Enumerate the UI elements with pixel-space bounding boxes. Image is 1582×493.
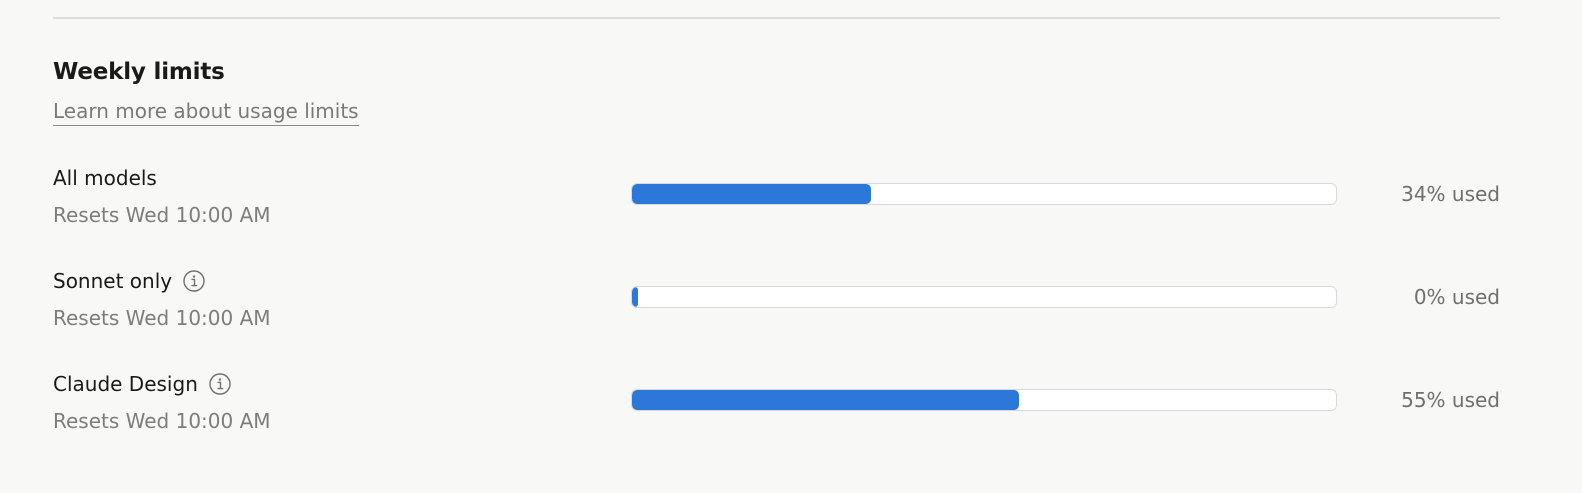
usage-bar-fill [632,390,1020,410]
usage-percent-label: 34% used [1401,182,1500,206]
learn-more-link[interactable]: Learn more about usage limits [53,97,359,126]
usage-bar-track [631,389,1337,411]
limit-name: Sonnet only [53,269,173,293]
limit-reset-text: Resets Wed 10:00 AM [53,409,271,433]
usage-percent-label: 55% used [1401,388,1500,412]
limit-row-sonnet-only: Sonnet only Resets Wed 10:00 AM 0% used [53,266,1500,342]
limit-reset-text: Resets Wed 10:00 AM [53,306,271,330]
limit-name-wrap: All models [53,163,157,193]
limit-row-claude-design: Claude Design Resets Wed 10:00 AM 55% us… [53,369,1500,445]
limit-row-all-models: All models Resets Wed 10:00 AM 34% used [53,163,1500,239]
limit-name-wrap: Claude Design [53,369,231,399]
info-icon[interactable] [183,270,205,292]
section-title: Weekly limits [53,59,225,85]
limit-name-wrap: Sonnet only [53,266,205,296]
limit-name: Claude Design [53,372,198,396]
usage-bar-fill [632,184,872,204]
usage-bar-fill [632,287,638,307]
usage-bar-track [631,183,1337,205]
usage-bar-track [631,286,1337,308]
limit-reset-text: Resets Wed 10:00 AM [53,203,271,227]
usage-percent-label: 0% used [1413,285,1500,309]
limit-name: All models [53,166,157,190]
section-divider [53,17,1500,19]
info-icon[interactable] [209,373,231,395]
